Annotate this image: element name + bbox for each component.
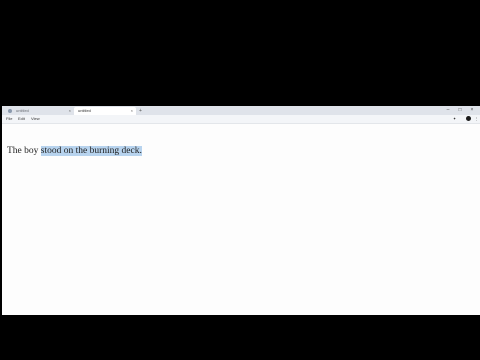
avatar[interactable]	[466, 116, 471, 121]
close-icon[interactable]: ×	[69, 107, 71, 115]
menu-bar: File Edit View ✦ ⋮	[2, 115, 480, 124]
menu-edit[interactable]: Edit	[18, 115, 25, 123]
menu-view[interactable]: View	[31, 115, 40, 123]
document-content[interactable]: The boy stood on the burning deck.	[2, 124, 480, 315]
kebab-icon[interactable]: ⋮	[474, 116, 479, 121]
minimize-button[interactable]: –	[442, 106, 454, 115]
selected-text: stood on the burning deck.	[40, 146, 142, 156]
new-tab-button[interactable]: +	[139, 107, 142, 115]
puzzle-icon[interactable]: ✦	[452, 116, 457, 121]
plain-text: The boy	[7, 146, 41, 156]
close-icon[interactable]: ×	[131, 107, 133, 115]
window-close-button[interactable]: ×	[466, 106, 478, 115]
tab-1[interactable]: untitled ×	[4, 107, 74, 115]
maximize-button[interactable]: □	[454, 106, 466, 115]
page-icon	[8, 109, 12, 113]
browser-window: untitled × untitled × + – □ × File Edit …	[2, 106, 480, 315]
tab-strip: untitled × untitled × + – □ ×	[2, 106, 480, 115]
tab-2[interactable]: untitled ×	[74, 107, 136, 115]
menu-file[interactable]: File	[6, 115, 12, 123]
text-line[interactable]: The boy stood on the burning deck.	[7, 146, 142, 156]
tab-label: untitled	[16, 108, 29, 113]
tab-label: untitled	[78, 108, 91, 113]
